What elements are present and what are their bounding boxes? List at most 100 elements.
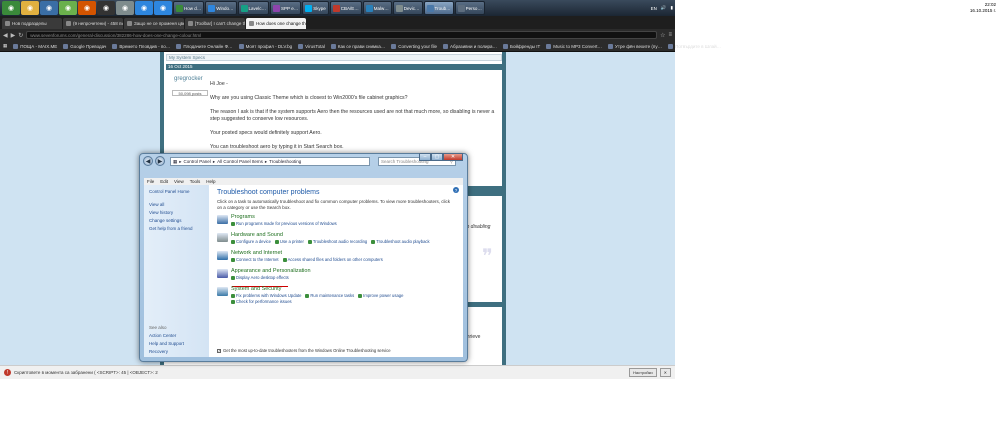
network-icon[interactable]: ▮ [671,5,673,11]
control-panel-home-link[interactable]: Control Panel Home [149,189,204,194]
language-indicator[interactable]: EN [651,6,657,11]
browser-tab-label: (9 непрочетени) - 458 писма [73,21,123,26]
address-bar[interactable]: www.sevenforums.com/general-discussion/3… [26,31,658,39]
torrent-icon[interactable]: ◉ [59,1,77,15]
system-specs-bar[interactable]: My System Specs [166,54,502,61]
category-icon [217,251,228,260]
bookmark-item[interactable]: Плодачите Онлайн Ф… [176,43,233,49]
breadcrumb-item[interactable]: Troubleshooting [269,159,301,164]
reload-icon[interactable]: ↻ [18,32,23,39]
bookmark-item[interactable]: Music to MP3 Convert… [546,43,602,49]
troubleshooter-link[interactable]: Display Aero desktop effects [231,275,289,281]
back-icon[interactable]: ◀ [143,156,153,166]
star-icon[interactable]: ☆ [660,32,665,39]
breadcrumb-item[interactable]: Control Panel [184,159,211,164]
breadcrumb-item[interactable]: All Control Panel Items [217,159,263,164]
taskbar-window[interactable]: Windo… [205,1,237,15]
troubleshooter-link[interactable]: Connect to the Internet [231,257,279,263]
recovery-link[interactable]: Recovery [149,349,184,354]
action-center-link[interactable]: Action Center [149,333,184,338]
bookmark-item[interactable]: Google Преводач [63,43,106,49]
window-titlebar[interactable]: ◀ ▶ ▦ ▸ Control Panel ▸ All Control Pane… [140,153,467,168]
view-all-link[interactable]: View all [149,202,204,207]
explorer-address-bar[interactable]: ▦ ▸ Control Panel ▸ All Control Panel It… [170,157,370,166]
minimize-button[interactable]: – [419,153,431,161]
chart-icon[interactable]: ◉ [97,1,115,15]
bookmark-item[interactable]: Времето Пловдив - по… [112,43,170,49]
post-paragraph: The reason I ask is that if the system s… [210,109,495,122]
taskbar-window-label: Malw… [373,5,389,11]
category-title[interactable]: Hardware and Sound [231,232,455,239]
menu-edit[interactable]: Edit [160,179,168,184]
a-icon[interactable]: ◉ [154,1,172,15]
browser-tab[interactable]: [Toolbar] I can't change the… [185,18,245,29]
player-icon[interactable]: ◉ [78,1,96,15]
bookmark-item[interactable]: Бойфренды IT [503,43,540,49]
bookmark-item[interactable]: ПОЩА - MAIX.ME [13,43,57,49]
forward-icon[interactable]: ▶ [11,32,16,39]
troubleshooter-link[interactable]: Improve power usage [358,293,403,299]
bookmark-item[interactable]: Converting your file [391,43,437,49]
troubleshooter-link[interactable]: Use a printer [274,239,304,245]
change-settings-link[interactable]: Change settings [149,218,204,223]
category-title[interactable]: System and Security [231,286,455,293]
troubleshooter-label: Access shared files and folders on other… [287,257,383,262]
poster-name[interactable]: gregrocker [174,76,203,82]
taskbar-window[interactable]: How d… [173,1,205,15]
taskbar-window[interactable]: Perso… [454,1,485,15]
bookmark-item[interactable]: Моят профил - DLV.bg [238,43,292,49]
troubleshooter-link[interactable]: Access shared files and folders on other… [282,257,383,263]
taskbar-window[interactable]: Lavelc… [237,1,270,15]
online-checkbox[interactable]: ✓ [217,348,221,353]
browser-icon[interactable]: ◉ [40,1,58,15]
bookmark-item[interactable]: Абразивни и полира… [443,43,497,49]
text-icon[interactable]: ◉ [116,1,134,15]
script-blocked-icon[interactable]: ! [4,369,11,376]
help-icon[interactable]: ? [453,187,459,193]
browser-tab[interactable]: (9 непрочетени) - 458 писма [63,18,123,29]
browser-tab[interactable]: Нов подразделы [2,18,62,29]
bookmark-item[interactable]: Как се прави снимка… [330,43,385,49]
view-history-link[interactable]: View history [149,210,204,215]
folder-icon[interactable]: ◉ [21,1,39,15]
taskbar-window[interactable]: SPP e… [270,1,302,15]
apps-icon[interactable]: ▦ [3,43,7,49]
troubleshooter-link[interactable]: Configure a device [231,239,271,245]
chrome-icon[interactable]: ◉ [2,1,20,15]
bookmark-item[interactable]: Потвърдите в Шлай… [668,43,721,49]
browser-tab[interactable]: Защо не се променя цвета… [124,18,184,29]
volume-icon[interactable]: 🔊 [661,5,667,11]
menu-tools[interactable]: Tools [190,179,201,184]
menu-help[interactable]: Help [206,179,215,184]
menu-view[interactable]: View [174,179,184,184]
category-title[interactable]: Appearance and Personalization [231,268,455,275]
troubleshooter-link[interactable]: Run maintenance tasks [305,293,354,299]
help-support-link[interactable]: Help and Support [149,341,184,346]
back-icon[interactable]: ◀ [3,32,8,39]
troubleshooter-link[interactable]: Troubleshoot audio recording [307,239,367,245]
a-icon[interactable]: ◉ [135,1,153,15]
category-title[interactable]: Network and Internet [231,250,455,257]
taskbar-window[interactable]: Malw… [362,1,392,15]
troubleshooter-link[interactable]: Run programs made for previous versions … [231,221,337,227]
category-title[interactable]: Programs [231,214,455,221]
online-checkbox-label: Get the most up-to-date troubleshooters … [223,348,391,353]
taskbar-window[interactable]: CBA/E… [329,1,362,15]
maximize-button[interactable]: ▢ [431,153,443,161]
taskbar-window[interactable]: Skype [302,1,329,15]
troubleshooter-link[interactable]: Check for performance issues [231,299,292,305]
close-icon[interactable]: ✕ [659,368,671,377]
taskbar-window[interactable]: Devic… [392,1,423,15]
browser-tab[interactable]: How does one change the… [246,18,306,29]
forward-icon[interactable]: ▶ [155,156,165,166]
bookmark-item[interactable]: Утре фён вехите (пу… [608,43,662,49]
settings-button[interactable]: Настройки [629,368,657,377]
troubleshooter-link[interactable]: Troubleshoot audio playback [371,239,430,245]
taskbar-window[interactable]: Troub… [423,1,454,15]
bookmark-item[interactable]: VirusTotal [298,43,325,49]
bookmark-label: Абразивни и полира… [450,43,497,49]
close-button[interactable]: ✕ [443,153,463,161]
get-help-link[interactable]: Get help from a friend [149,226,204,231]
menu-file[interactable]: File [147,179,154,184]
menu-icon[interactable]: ≡ [668,32,672,38]
